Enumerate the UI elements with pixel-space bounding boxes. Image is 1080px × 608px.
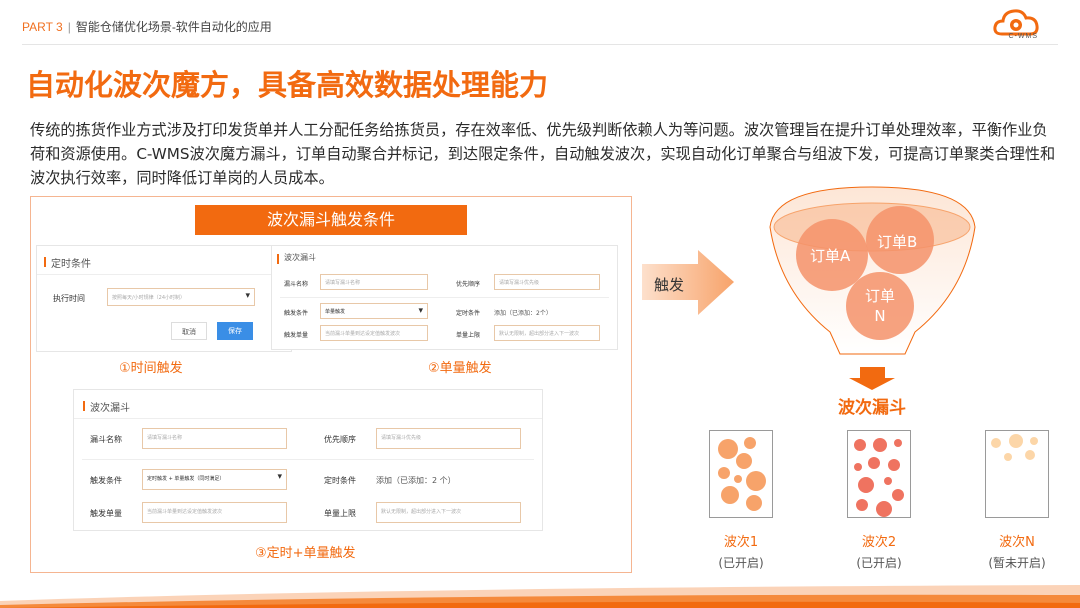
wave-2-label: 波次2	[861, 535, 897, 550]
panel-title: 波次漏斗	[277, 253, 316, 264]
divider	[82, 459, 534, 460]
order-n-line2: N	[874, 307, 886, 325]
wave-n-label: 波次N	[999, 535, 1035, 550]
execute-time-label: 执行时间	[53, 294, 85, 303]
priority-label: 优先顺序	[456, 281, 481, 288]
wave-card-1	[709, 430, 773, 518]
wave-funnel-panel-order: 波次漏斗 漏斗名称 请填写漏斗名称 优先顺序 请填写漏斗优先级 触发条件 单量触…	[271, 245, 618, 350]
page-title: 自动化波次魔方，具备高效数据处理能力	[26, 68, 549, 102]
slide-header: PART 3 | 智能仓储优化场景-软件自动化的应用 C-WMS	[0, 0, 1080, 46]
order-n-label: 订单 N	[862, 286, 898, 326]
timer-condition-add[interactable]: 添加（已添加：2个）	[494, 308, 552, 317]
trigger-conditions-frame: 波次漏斗触发条件 定时条件 执行时间 按照每天/小时规律（24小时制） 取消 保…	[30, 196, 632, 573]
execute-time-select[interactable]: 按照每天/小时规律（24小时制）	[107, 288, 255, 306]
trigger-order-label: 触发单量	[90, 509, 122, 518]
trigger-order-input[interactable]: 当前漏斗单量到达设定值触发波次	[320, 325, 428, 341]
order-limit-input[interactable]: 默认无限制，超出部分进入下一波次	[494, 325, 600, 341]
caption-combined-trigger: ③定时+单量触发	[255, 546, 356, 561]
timer-condition-panel: 定时条件 执行时间 按照每天/小时规律（24小时制） 取消 保存	[36, 245, 292, 352]
order-limit-input[interactable]: 默认无限制，超出部分进入下一波次	[376, 502, 521, 523]
trigger-condition-label: 触发条件	[90, 476, 122, 485]
wave-n-status: (暂未开启)	[988, 556, 1046, 570]
caption-time-trigger: ①时间触发	[119, 361, 183, 376]
funnel-name-label: 漏斗名称	[284, 281, 309, 288]
order-a-label: 订单A	[810, 247, 851, 265]
priority-input[interactable]: 请填写漏斗优先级	[494, 274, 600, 290]
wave-card-n	[985, 430, 1049, 518]
wave-1-status: (已开启)	[718, 556, 764, 570]
priority-label: 优先顺序	[324, 435, 356, 444]
divider	[280, 297, 609, 298]
order-limit-label: 单量上限	[324, 509, 356, 518]
wave-funnel-panel-combined: 波次漏斗 漏斗名称 请填写漏斗名称 优先顺序 请填写漏斗优先级 触发条件 定时触…	[73, 389, 543, 531]
timer-condition-label: 定时条件	[456, 310, 481, 317]
wave-orders-icon	[991, 434, 1038, 461]
header-divider	[22, 44, 1058, 45]
wave-orders-icon	[718, 437, 766, 511]
divider	[37, 274, 291, 275]
caption-order-trigger: ②单量触发	[428, 361, 492, 376]
bottom-wave-decoration	[0, 585, 1080, 608]
funnel-name-input[interactable]: 请填写漏斗名称	[320, 274, 428, 290]
trigger-condition-label: 触发条件	[284, 310, 309, 317]
breadcrumb-divider: |	[67, 20, 71, 34]
order-limit-label: 单量上限	[456, 332, 481, 339]
trigger-conditions-banner: 波次漏斗触发条件	[195, 205, 467, 235]
timer-condition-label: 定时条件	[324, 476, 356, 485]
trigger-order-label: 触发单量	[284, 332, 309, 339]
trigger-order-input[interactable]: 当前漏斗单量到达设定值触发波次	[142, 502, 287, 523]
section-subtitle: 智能仓储优化场景-软件自动化的应用	[75, 20, 272, 34]
funnel-label: 波次漏斗	[838, 398, 906, 418]
order-b-label: 订单B	[877, 233, 918, 251]
trigger-condition-select[interactable]: 定时触发 + 单量触发（同时满足）	[142, 469, 287, 490]
wave-2-status: (已开启)	[856, 556, 902, 570]
cancel-button[interactable]: 取消	[171, 322, 207, 340]
funnel-name-label: 漏斗名称	[90, 435, 122, 444]
divider	[74, 418, 542, 419]
order-n-line1: 订单	[864, 287, 895, 305]
panel-title: 波次漏斗	[83, 399, 130, 414]
trigger-label: 触发	[654, 276, 685, 294]
priority-input[interactable]: 请填写漏斗优先级	[376, 428, 521, 449]
intro-paragraph: 传统的拣货作业方式涉及打印发货单并人工分配任务给拣货员，存在效率低、优先级判断依…	[30, 121, 1056, 187]
timer-condition-add[interactable]: 添加（已添加：2 个）	[376, 475, 456, 486]
panel-title: 定时条件	[44, 255, 91, 270]
section-breadcrumb: PART 3 | 智能仓储优化场景-软件自动化的应用	[22, 18, 272, 35]
save-button[interactable]: 保存	[217, 322, 253, 340]
wave-card-2	[847, 430, 911, 518]
funnel-name-input[interactable]: 请填写漏斗名称	[142, 428, 287, 449]
part-number: PART 3	[22, 20, 63, 34]
wave-orders-icon	[854, 438, 904, 517]
wave-1-label: 波次1	[723, 535, 759, 550]
trigger-condition-select[interactable]: 单量触发	[320, 303, 428, 319]
logo-text: C-WMS	[1008, 33, 1038, 40]
